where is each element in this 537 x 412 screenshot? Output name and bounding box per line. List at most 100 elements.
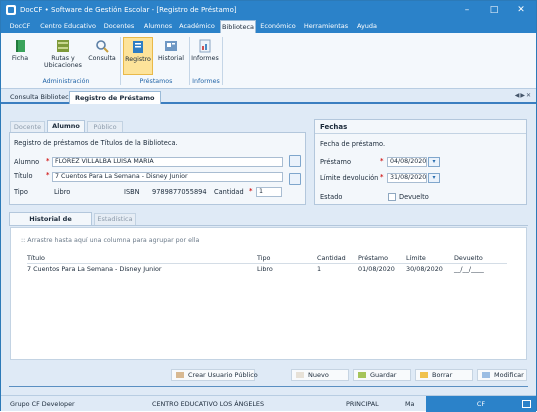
header-divider — [27, 263, 507, 264]
alumno-field[interactable]: FLOREZ VILLALBA LUISA MARIA — [52, 157, 283, 167]
status-ma: Ma — [405, 400, 415, 408]
menu-academico[interactable]: Académico — [177, 20, 217, 33]
panel-description: Registro de préstamos de Títulos de la B… — [14, 139, 178, 147]
divider — [9, 225, 528, 226]
modificar-label: Modificar — [494, 371, 524, 379]
tab-alumno[interactable]: Alumno — [47, 120, 85, 132]
cell-tipo[interactable]: Libro — [257, 265, 273, 273]
status-group: Grupo CF Developer — [10, 400, 75, 408]
column-header-cantidad[interactable]: Cantidad — [317, 254, 346, 262]
column-header-devuelto[interactable]: Devuelto — [454, 254, 483, 262]
crear-usuario-publico-button[interactable]: Crear Usuario Público — [171, 369, 258, 381]
limite-label: Límite devolución — [320, 174, 379, 182]
borrar-button[interactable]: Borrar — [415, 369, 473, 381]
cantidad-field[interactable]: 1 — [256, 187, 282, 197]
calendar-icon[interactable]: ▾ — [428, 173, 440, 183]
tab-publico[interactable]: Público — [87, 121, 123, 132]
report-icon — [198, 39, 212, 53]
required-marker: * — [46, 171, 50, 179]
modificar-button[interactable]: Modificar — [477, 369, 527, 381]
history-grid: :: Arrastre hasta aquí una columna para … — [10, 227, 527, 360]
status-cf-label: CF — [476, 400, 486, 408]
column-header-tipo[interactable]: Tipo — [257, 254, 270, 262]
nuevo-label: Nuevo — [308, 371, 329, 379]
menu-herramientas[interactable]: Herramientas — [301, 20, 351, 33]
column-header-limite[interactable]: Límite — [406, 254, 426, 262]
minimize-icon[interactable]: – — [453, 1, 481, 20]
tab-registro-prestamo[interactable]: Registro de Préstamo — [69, 91, 161, 104]
calendar-icon[interactable]: ▾ — [428, 157, 440, 167]
tab-nav-icon[interactable]: ◀▶✕ — [515, 92, 532, 99]
divider — [9, 386, 528, 387]
ficha-button[interactable]: Ficha — [6, 37, 34, 73]
fechas-title: Fechas — [320, 123, 348, 131]
cell-titulo[interactable]: 7 Cuentos Para La Semana - Disney Junior — [27, 265, 162, 273]
user-icon — [176, 372, 184, 378]
isbn-label: ISBN — [124, 188, 140, 196]
limite-date-field[interactable]: 31/08/2020 — [387, 173, 427, 183]
informes-label: Informes — [191, 55, 219, 62]
alumno-picker-button[interactable] — [289, 155, 301, 167]
status-center: CENTRO EDUCATIVO LOS ÁNGELES — [152, 400, 265, 408]
registro-button[interactable]: Registro — [123, 37, 153, 75]
cell-cantidad[interactable]: 1 — [317, 265, 321, 273]
required-marker: * — [46, 157, 50, 165]
required-marker: * — [380, 173, 384, 181]
tipo-label: Tipo — [14, 188, 28, 196]
menu-docentes[interactable]: Docentes — [100, 20, 138, 33]
group-administracion: Administración — [42, 78, 90, 85]
group-informes: Informes — [192, 78, 220, 85]
cell-prestamo[interactable]: 01/08/2020 — [358, 265, 395, 273]
menu-ayuda[interactable]: Ayuda — [353, 20, 381, 33]
devuelto-label: Devuelto — [399, 193, 429, 201]
historial-button[interactable]: Historial — [156, 37, 186, 73]
calendar-icon[interactable] — [522, 400, 531, 408]
status-bar: Grupo CF Developer CENTRO EDUCATIVO LOS … — [1, 395, 536, 412]
titulo-picker-button[interactable] — [289, 173, 301, 185]
book-register-icon — [131, 40, 145, 54]
consulta-button[interactable]: Consulta — [87, 37, 117, 73]
column-header-titulo[interactable]: Título — [27, 254, 45, 262]
tab-consulta-biblioteca[interactable]: Consulta Biblioteca — [5, 91, 78, 104]
rutas-button[interactable]: Rutas y Ubicaciones — [44, 37, 82, 73]
cell-limite[interactable]: 30/08/2020 — [406, 265, 443, 273]
titulo-field[interactable]: 7 Cuentos Para La Semana - Disney Junior — [52, 172, 283, 182]
menu-economico[interactable]: Económico — [258, 20, 298, 33]
ribbon: Ficha Rutas y Ubicaciones Consulta Regis… — [1, 33, 536, 89]
menu-alumnos[interactable]: Alumnos — [141, 20, 175, 33]
informes-button[interactable]: Informes — [191, 37, 219, 73]
nuevo-button[interactable]: Nuevo — [291, 369, 349, 381]
crear-label: Crear Usuario Público — [188, 371, 258, 379]
tipo-value: Libro — [54, 188, 71, 196]
fechas-description: Fecha de préstamo. — [320, 140, 386, 148]
cell-devuelto[interactable]: __/__/____ — [454, 265, 484, 273]
menu-centro-educativo[interactable]: Centro Educativo — [38, 20, 98, 33]
devuelto-checkbox[interactable] — [388, 193, 396, 201]
maximize-icon[interactable]: □ — [480, 1, 508, 20]
save-icon — [358, 372, 366, 378]
titulo-label: Título — [14, 172, 33, 180]
guardar-button[interactable]: Guardar — [353, 369, 411, 381]
app-logo-icon — [6, 5, 16, 15]
menu-doccf[interactable]: DocCF — [5, 20, 35, 33]
title-bar: DocCF • Software de Gestión Escolar - [R… — [1, 1, 536, 20]
ficha-label: Ficha — [11, 55, 29, 62]
prestamo-date-field[interactable]: 04/08/2020 — [387, 157, 427, 167]
required-marker: * — [249, 187, 253, 195]
tab-historial-prestamos[interactable]: Historial de Préstamos — [9, 212, 92, 236]
ribbon-separator — [222, 37, 223, 85]
column-header-prestamo[interactable]: Préstamo — [358, 254, 388, 262]
bookshelf-icon — [56, 39, 70, 53]
window-title: DocCF • Software de Gestión Escolar - [R… — [20, 6, 237, 14]
history-icon — [164, 39, 178, 53]
edit-icon — [482, 372, 490, 378]
rutas-label: Rutas y Ubicaciones — [44, 55, 82, 69]
close-icon[interactable]: ✕ — [507, 1, 535, 20]
menu-biblioteca[interactable]: Biblioteca — [220, 20, 256, 33]
ribbon-separator — [120, 37, 121, 85]
tab-docente[interactable]: Docente — [10, 121, 45, 132]
cantidad-label: Cantidad — [214, 188, 244, 196]
tab-estadistica[interactable]: Estadística — [94, 213, 136, 225]
estado-label: Estado — [320, 193, 343, 201]
ribbon-separator — [189, 37, 190, 85]
